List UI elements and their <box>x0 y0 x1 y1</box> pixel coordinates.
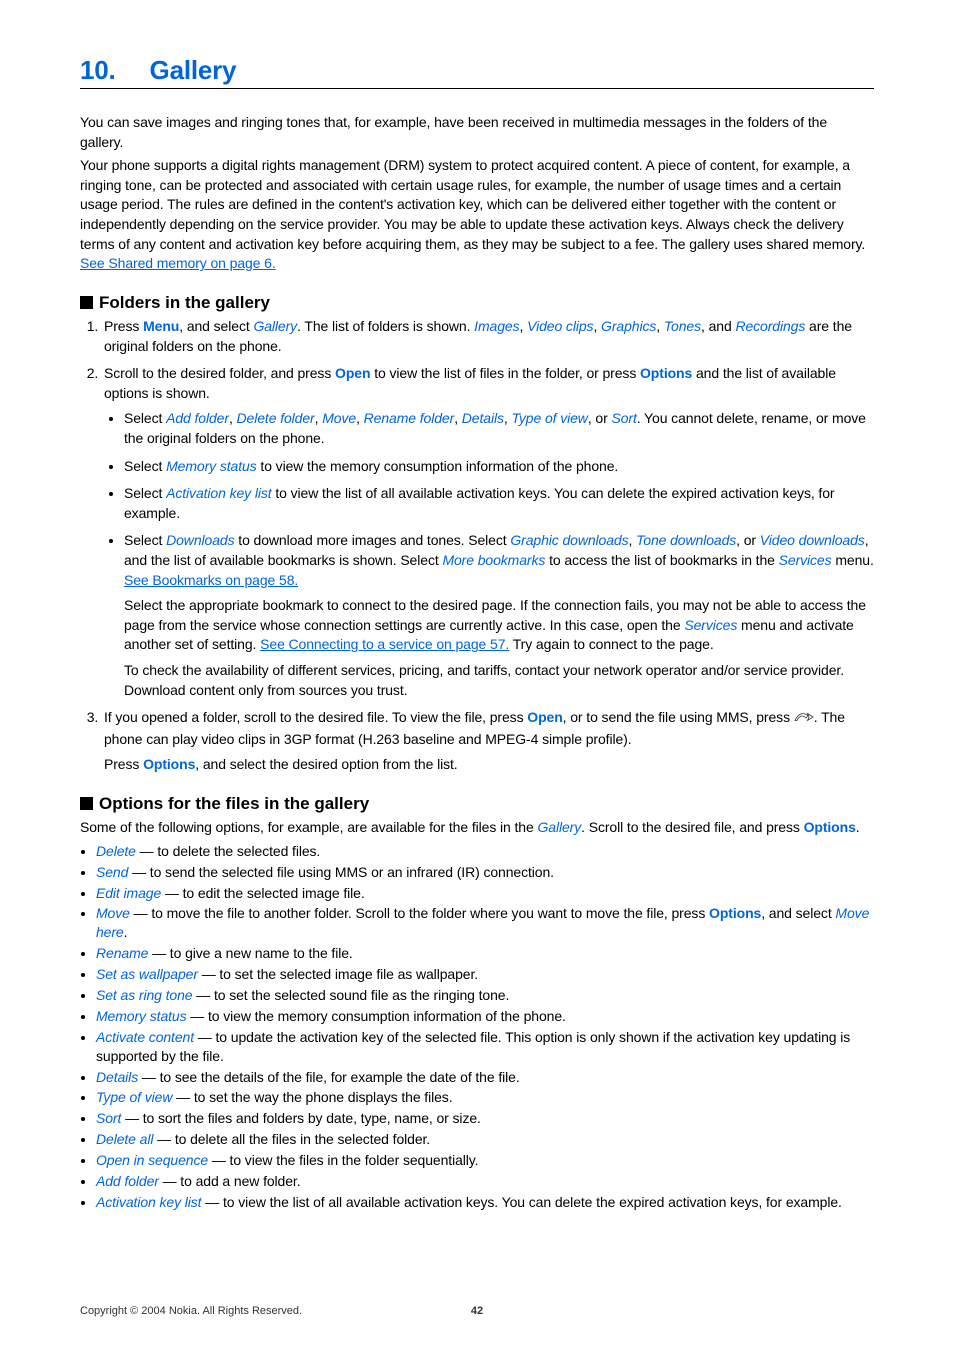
chapter-number: 10. <box>80 55 116 86</box>
link-connecting-service[interactable]: See Connecting to a service on page 57. <box>260 636 509 652</box>
list-item: Open in sequence — to view the files in … <box>96 1151 874 1170</box>
open-keyword: Open <box>335 365 370 381</box>
list-item: Send — to send the selected file using M… <box>96 863 874 882</box>
menu-keyword: Menu <box>143 318 179 334</box>
list-item: Activate content — to update the activat… <box>96 1028 874 1066</box>
page-number: 42 <box>471 1305 483 1317</box>
step-2: Scroll to the desired folder, and press … <box>102 364 874 700</box>
intro-para-2: Your phone supports a digital rights man… <box>80 156 874 274</box>
step-2-bullet-4-sub2: To check the availability of different s… <box>124 661 874 700</box>
step-2-sublist: Select Add folder, Delete folder, Move, … <box>104 409 874 700</box>
step-2-bullet-4: Select Downloads to download more images… <box>124 531 874 700</box>
list-item: Sort — to sort the files and folders by … <box>96 1109 874 1128</box>
step-3-sub: Press Options, and select the desired op… <box>104 755 874 775</box>
step-2-bullet-3: Select Activation key list to view the l… <box>124 484 874 523</box>
list-item: Details — to see the details of the file… <box>96 1068 874 1087</box>
list-item: Move — to move the file to another folde… <box>96 904 874 942</box>
intro-para-1: You can save images and ringing tones th… <box>80 113 874 152</box>
send-key-icon <box>794 710 814 730</box>
step-2-bullet-1: Select Add folder, Delete folder, Move, … <box>124 409 874 448</box>
chapter-name: Gallery <box>150 55 237 85</box>
step-2-bullet-4-sub1: Select the appropriate bookmark to conne… <box>124 596 874 655</box>
step-1: Press Menu, and select Gallery. The list… <box>102 317 874 356</box>
link-bookmarks[interactable]: See Bookmarks on page 58. <box>124 572 298 588</box>
options-list: Delete — to delete the selected files. S… <box>80 842 874 1212</box>
footer-copyright: Copyright © 2004 Nokia. All Rights Reser… <box>80 1305 302 1317</box>
gallery-keyword: Gallery <box>253 318 297 334</box>
list-item: Delete all — to delete all the files in … <box>96 1130 874 1149</box>
list-item: Activation key list — to view the list o… <box>96 1193 874 1212</box>
list-item: Edit image — to edit the selected image … <box>96 884 874 903</box>
list-item: Type of view — to set the way the phone … <box>96 1088 874 1107</box>
folders-steps: Press Menu, and select Gallery. The list… <box>80 317 874 775</box>
chapter-title: 10. Gallery <box>80 55 874 89</box>
options-keyword: Options <box>640 365 692 381</box>
list-item: Set as wallpaper — to set the selected i… <box>96 965 874 984</box>
list-item: Rename — to give a new name to the file. <box>96 944 874 963</box>
link-shared-memory[interactable]: See Shared memory on page 6. <box>80 255 276 271</box>
list-item: Set as ring tone — to set the selected s… <box>96 986 874 1005</box>
step-3: If you opened a folder, scroll to the de… <box>102 708 874 775</box>
section-heading-folders: Folders in the gallery <box>80 292 874 313</box>
list-item: Add folder — to add a new folder. <box>96 1172 874 1191</box>
list-item: Delete — to delete the selected files. <box>96 842 874 861</box>
options-intro: Some of the following options, for examp… <box>80 818 874 838</box>
section-heading-options: Options for the files in the gallery <box>80 793 874 814</box>
list-item: Memory status — to view the memory consu… <box>96 1007 874 1026</box>
step-2-bullet-2: Select Memory status to view the memory … <box>124 457 874 477</box>
page-footer: Copyright © 2004 Nokia. All Rights Reser… <box>80 1305 874 1317</box>
